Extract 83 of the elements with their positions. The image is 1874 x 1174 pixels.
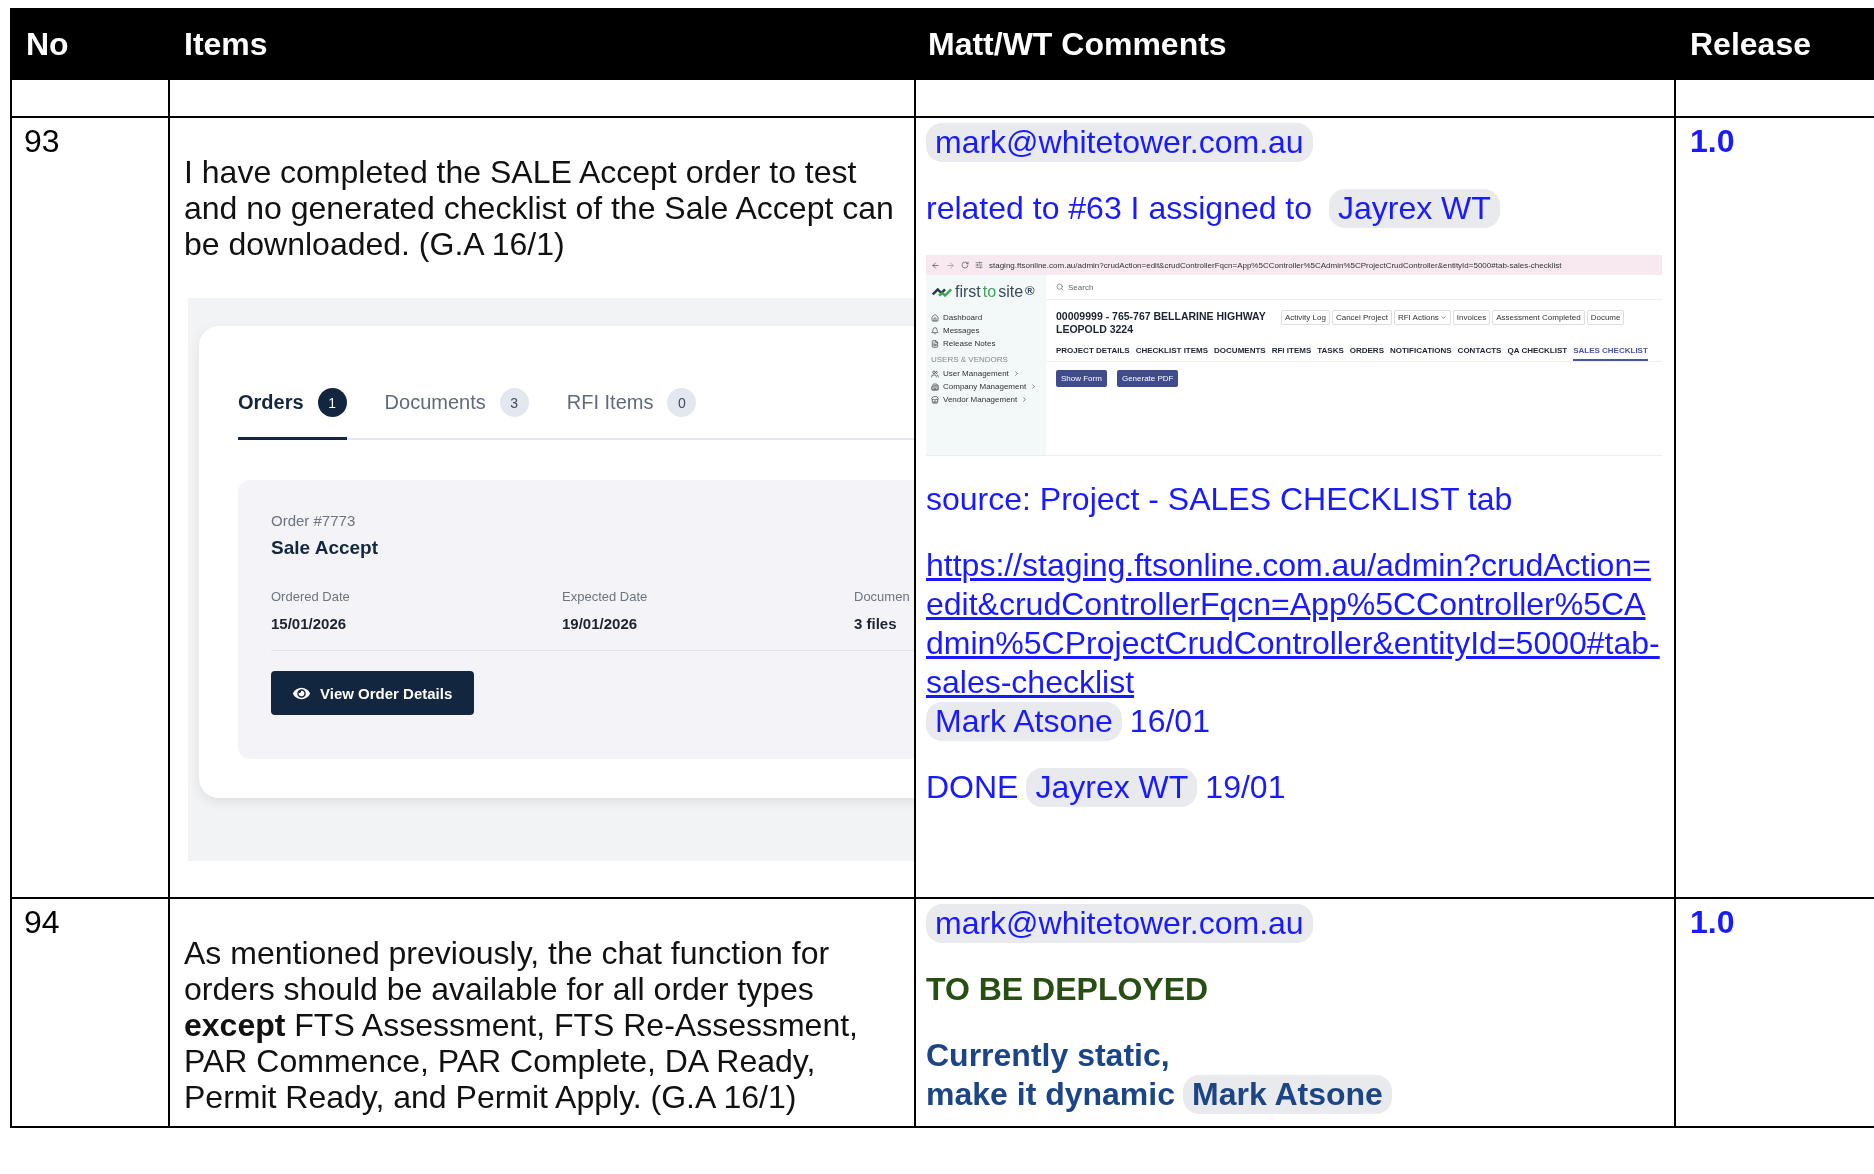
action-button[interactable]: Generate PDF	[1116, 370, 1179, 387]
tab[interactable]: SALES CHECKLIST	[1573, 344, 1648, 361]
column-header: Release	[1676, 8, 1874, 80]
tab[interactable]: RFI Items 0	[566, 388, 697, 440]
comment-text: make it dynamic	[926, 1075, 1175, 1114]
tab[interactable]: DOCUMENTS	[1214, 344, 1266, 361]
mention-chip[interactable]: mark@whitetower.com.au	[926, 123, 1313, 162]
site-settings-icon[interactable]	[975, 261, 983, 269]
action-button[interactable]: Activity Log	[1281, 310, 1330, 325]
action-button[interactable]: Docume	[1586, 310, 1625, 325]
field-label: Ordered Date	[271, 589, 351, 604]
action-button[interactable]: Invoices	[1452, 310, 1491, 325]
reload-icon[interactable]	[961, 261, 969, 269]
sidebar-section-label: USERS & VENDORS	[931, 355, 1009, 364]
document-icon	[931, 339, 939, 348]
order-title: Sale Accept	[271, 537, 379, 559]
comment-text: 16/01	[1129, 702, 1210, 741]
column-header: Items	[170, 8, 916, 80]
sidebar-item[interactable]: Messages	[943, 326, 980, 335]
home-icon	[931, 313, 939, 322]
comment-text: Currently static,	[926, 1036, 1170, 1075]
logo-text: first	[955, 283, 981, 301]
tab[interactable]: NOTIFICATIONS	[1390, 344, 1452, 361]
action-button[interactable]: Show Form	[1056, 370, 1107, 387]
row-number: 94	[24, 903, 61, 941]
comment-text: DONE	[926, 768, 1019, 807]
tab[interactable]: CHECKLIST ITEMS	[1135, 344, 1209, 361]
tab[interactable]: Orders 1	[238, 388, 347, 440]
url-link[interactable]: https://staging.ftsonline.com.au/admin?crudAction=edit&crudControllerFqcn=App%5CController%5CAdmin%5CProjectCrudController&entityId=5000#tab-sales-checklist	[926, 546, 1662, 702]
mention-chip[interactable]: Mark Atsone	[926, 702, 1122, 741]
forward-icon[interactable]	[946, 260, 955, 270]
mention-chip[interactable]: Mark Atsone	[1183, 1075, 1392, 1114]
column-header: Matt/WT Comments	[916, 8, 1676, 80]
tab[interactable]: TASKS	[1317, 344, 1344, 361]
release-version: 1.0	[1690, 122, 1736, 160]
action-button[interactable]: RFI Actions	[1393, 310, 1451, 325]
tab[interactable]: CONTACTS	[1457, 344, 1502, 361]
tab[interactable]: Documents 3	[384, 388, 529, 440]
tab[interactable]: QA CHECKLIST	[1507, 344, 1568, 361]
search-icon	[1056, 283, 1064, 291]
comment-text: 19/01	[1205, 768, 1286, 807]
users-icon	[931, 369, 939, 378]
building-icon	[931, 382, 939, 391]
field-label: Expected Date	[562, 589, 649, 604]
comment-text: source: Project - SALES CHECKLIST tab	[926, 480, 1513, 519]
tab[interactable]: RFI ITEMS	[1271, 344, 1312, 361]
comment-text: TO BE DEPLOYED	[926, 970, 1209, 1009]
mention-chip[interactable]: Jayrex WT	[1328, 189, 1500, 228]
item-text: As mentioned previously, the chat function for orders should be available for all order types except FTS Assessment, FTS Re-Assessment, PAR Commence, PAR Complete, DA Ready, Permit Ready, and Permit Apply. (G.A 16/1)	[184, 935, 859, 1115]
search-field[interactable]: Search	[1046, 275, 1662, 300]
sidebar-item[interactable]: Release Notes	[943, 339, 996, 348]
logo-text: site	[998, 283, 1024, 301]
url-text: staging.ftsonline.com.au/admin?crudAction=edit&crudControllerFqcn=App%5CController%5CAdmin%5CProjectCrudController&entityId=5000#tab-sales-checklist	[989, 260, 1562, 270]
column-header: No	[12, 8, 170, 80]
back-icon[interactable]	[931, 260, 940, 270]
release-version: 1.0	[1690, 903, 1736, 941]
tab[interactable]: ORDERS	[1349, 344, 1384, 361]
row-number: 93	[24, 122, 61, 160]
field-label: Documen	[854, 589, 911, 604]
logo-text: ®	[1025, 283, 1035, 298]
order-number: Order #7773	[271, 512, 357, 529]
action-button[interactable]: Assessment Completed	[1492, 310, 1585, 325]
action-button[interactable]: Cancel Project	[1331, 310, 1392, 325]
field-value: 19/01/2026	[562, 615, 639, 632]
project-title: 00009999 - 765-767 BELLARINE HIGHWAY LEOPOLD 3224	[1056, 310, 1267, 336]
store-icon	[931, 395, 939, 404]
mention-chip[interactable]: mark@whitetower.com.au	[926, 904, 1313, 943]
field-value: 3 files	[854, 615, 898, 632]
item-text: I have completed the SALE Accept order to test and no generated checklist of the Sale Accept can be downloaded. (G.A 16/1)	[184, 154, 895, 262]
view-order-button[interactable]: View Order Details	[271, 671, 475, 715]
chevron-right-icon	[1012, 370, 1020, 377]
tab[interactable]: PROJECT DETAILS	[1056, 344, 1130, 361]
logo-icon	[931, 286, 953, 298]
sidebar-item[interactable]: Vendor Management	[943, 395, 1018, 404]
comment-text: related to #63 I assigned to	[926, 189, 1314, 228]
sidebar-item[interactable]: User Management	[943, 369, 1009, 378]
field-value: 15/01/2026	[271, 615, 348, 632]
chevron-down-icon	[1439, 314, 1447, 321]
sidebar-item[interactable]: Dashboard	[943, 313, 983, 322]
logo-text: to	[982, 283, 997, 301]
mention-chip[interactable]: Jayrex WT	[1026, 768, 1198, 807]
sidebar-item[interactable]: Company Management	[943, 382, 1027, 391]
bell-icon	[931, 326, 939, 335]
